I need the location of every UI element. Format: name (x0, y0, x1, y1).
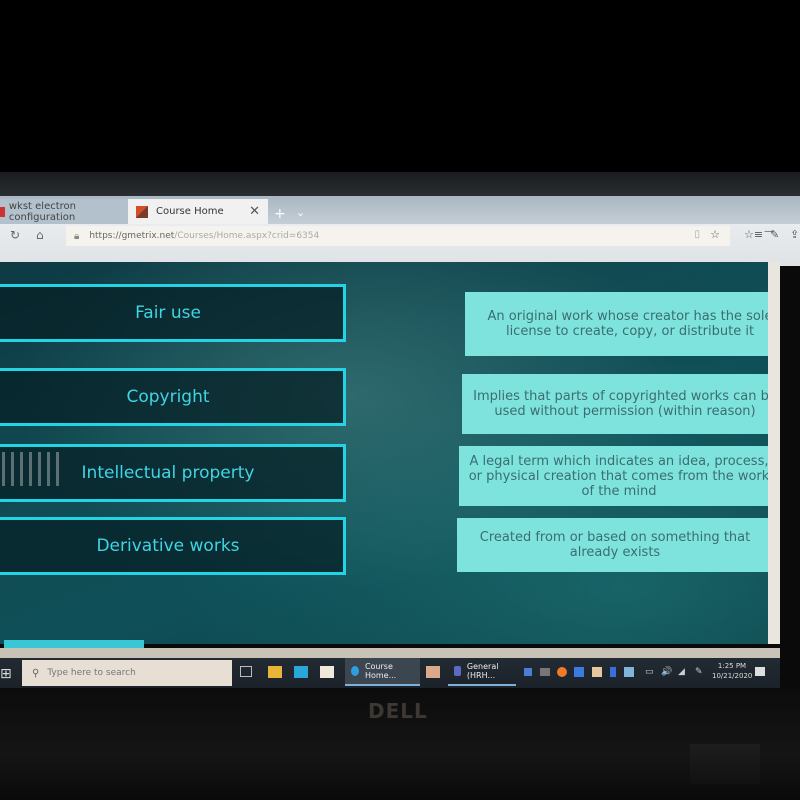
teams-icon (454, 666, 461, 676)
share-icon[interactable]: ⇪ (790, 228, 799, 241)
term-label: Fair use (135, 303, 201, 323)
browser-tab-bar: wkst electron configuration Course Home … (0, 196, 800, 224)
term-box-copyright[interactable]: Copyright (0, 368, 346, 426)
dell-logo: DELL (368, 699, 428, 723)
term-label: Intellectual property (81, 463, 255, 483)
task-view-icon[interactable] (240, 666, 252, 677)
definition-text: An original work whose creator has the s… (487, 309, 773, 339)
taskbar-app-label: General (HRH... (466, 662, 499, 680)
tray-app-icon[interactable] (540, 668, 550, 676)
browser-toolbar: ↻ ⌂ 🔒︎ https://gmetrix.net /Courses/Home… (0, 224, 800, 266)
minimize-window-icon[interactable]: — (764, 226, 774, 237)
pen-icon[interactable]: ✎ (695, 667, 703, 677)
monitor-bezel-top (0, 172, 800, 196)
matching-activity-page: Fair use Copyright Intellectual property… (0, 262, 780, 644)
add-favorite-star-icon[interactable]: ☆ (710, 228, 720, 241)
lock-icon: 🔒︎ (74, 230, 80, 242)
definition-card-without-permission[interactable]: Implies that parts of copyrighted works … (462, 374, 780, 434)
clock-date: 10/21/2020 (712, 672, 753, 680)
tab-list-chevron-icon[interactable]: ⌄ (296, 206, 305, 219)
glare-reflection (2, 452, 64, 486)
term-label: Copyright (126, 387, 210, 407)
search-placeholder: Type here to search (47, 668, 136, 678)
home-icon[interactable]: ⌂ (36, 228, 44, 242)
tab-label: Course Home (156, 206, 224, 217)
battery-icon[interactable]: ▭ (645, 667, 654, 677)
taskbar-app-teams-general[interactable]: General (HRH... (448, 658, 516, 686)
url-path: /Courses/Home.aspx?crid=6354 (174, 231, 320, 241)
wifi-icon[interactable]: ◢ (678, 667, 685, 677)
volume-icon[interactable]: 🔊 (661, 667, 672, 677)
store-icon[interactable] (320, 666, 334, 678)
definition-text: Implies that parts of copyrighted works … (473, 389, 777, 419)
tab-course-home[interactable]: Course Home ✕ (128, 199, 268, 224)
url-host: https://gmetrix.net (89, 231, 175, 241)
new-tab-button[interactable]: + (274, 206, 286, 222)
tab-favicon (0, 206, 5, 217)
tray-app-icon[interactable] (592, 667, 602, 677)
mail-icon[interactable] (294, 666, 308, 678)
tab-wkst-electron-configuration[interactable]: wkst electron configuration (0, 199, 128, 224)
taskbar-app-label: Course Home... (364, 662, 397, 680)
monitor-stand (690, 744, 760, 784)
definition-text: A legal term which indicates an idea, pr… (468, 453, 770, 499)
definition-card-already-exists[interactable]: Created from or based on something that … (457, 518, 773, 572)
gmetrix-favicon-icon (136, 205, 148, 218)
term-box-fair-use[interactable]: Fair use (0, 284, 346, 342)
tray-app-icon[interactable] (524, 668, 532, 676)
taskbar-app-course-home[interactable]: Course Home... (345, 658, 420, 686)
close-tab-icon[interactable]: ✕ (249, 204, 260, 219)
definition-card-work-of-mind[interactable]: A legal term which indicates an idea, pr… (459, 446, 779, 506)
reading-view-icon[interactable]: ▯ (694, 229, 700, 240)
refresh-icon[interactable]: ↻ (10, 228, 20, 242)
term-box-derivative-works[interactable]: Derivative works (0, 517, 346, 575)
edge-icon (351, 666, 359, 676)
tray-app-icon[interactable] (624, 667, 634, 677)
taskbar-search-box[interactable]: ⚲ Type here to search (22, 660, 232, 686)
clock-time: 1:25 PM (717, 662, 747, 670)
bluetooth-icon[interactable] (610, 667, 616, 677)
definition-card-sole-license[interactable]: An original work whose creator has the s… (465, 292, 780, 356)
photos-icon[interactable] (426, 666, 440, 678)
term-label: Derivative works (96, 536, 240, 556)
file-explorer-icon[interactable] (268, 666, 282, 678)
search-icon: ⚲ (32, 667, 40, 679)
tab-label: wkst electron configuration (8, 200, 77, 223)
taskbar-clock[interactable]: 1:25 PM 10/21/2020 (712, 658, 752, 681)
windows-start-icon[interactable]: ⊞ (0, 666, 12, 682)
word-icon[interactable] (574, 667, 584, 677)
action-center-icon[interactable] (755, 667, 765, 676)
favorites-list-icon[interactable]: ☆≡ (744, 228, 763, 241)
windows-taskbar: ⊞ ⚲ Type here to search Course Home... G… (0, 658, 780, 688)
definition-text: Created from or based on something that … (479, 530, 751, 560)
address-bar[interactable]: 🔒︎ https://gmetrix.net /Courses/Home.asp… (66, 226, 730, 246)
tray-app-icon[interactable] (557, 667, 567, 677)
background-dark (0, 0, 800, 172)
page-scrollbar[interactable] (768, 262, 780, 644)
